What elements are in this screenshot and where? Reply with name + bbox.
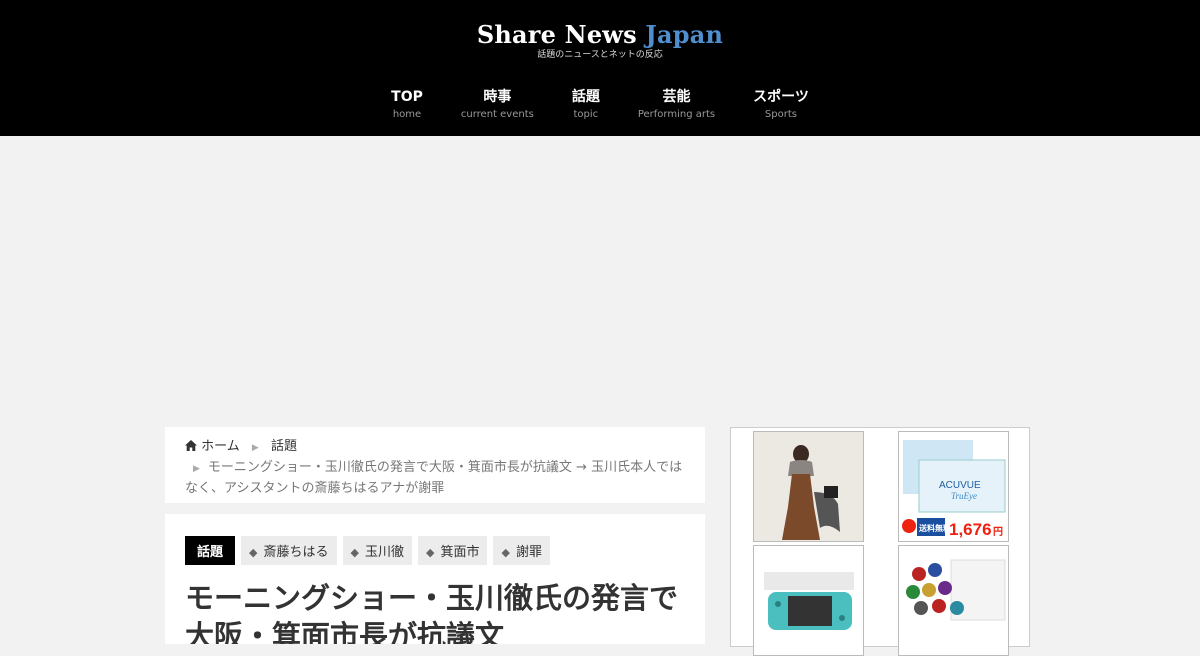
tag-list: 話題 ◆ 斎藤ちはる ◆ 玉川徹 ◆ 箕面市 ◆ 謝罪 [185,536,685,565]
breadcrumb-current: モーニングショー・玉川徹氏の発言で大阪・箕面市長が抗議文 → 玉川氏本人ではなく… [185,460,683,496]
logo-tagline: 話題のニュースとネットの反応 [537,50,663,60]
svg-text:ACUVUE: ACUVUE [939,480,981,491]
nav-item-sports[interactable]: スポーツ Sports [753,88,809,124]
nav-item-topic[interactable]: 話題 topic [572,88,600,124]
tag-item[interactable]: ◆ 箕面市 [417,536,488,565]
product-ad-game-console[interactable] [753,545,864,656]
product-ad-dress[interactable] [753,431,864,542]
chevron-right-icon: ▶ [251,443,259,453]
category-badge[interactable]: 話題 [185,536,236,565]
nav-item-top[interactable]: TOP home [391,88,423,124]
tag-icon: ◆ [425,546,435,559]
tag-icon: ◆ [249,546,258,559]
breadcrumb-category-link[interactable]: 話題 [271,439,297,454]
tag-item[interactable]: ◆ 謝罪 [493,536,550,565]
tag-icon: ◆ [350,546,359,559]
tag-item[interactable]: ◆ 斎藤ちはる [241,536,337,565]
article-card: 話題 ◆ 斎藤ちはる ◆ 玉川徹 ◆ 箕面市 ◆ 謝罪 モーニングショー・玉川徹氏の発言… [165,514,705,644]
product-ad-chocolates[interactable] [898,545,1009,656]
chevron-right-icon: ▶ [193,464,200,474]
svg-text:TruEye: TruEye [951,491,977,501]
tag-item[interactable]: ◆ 玉川徹 [342,536,412,565]
site-logo[interactable]: Share News Japan 話題のニュースとネットの反応 [0,20,1200,60]
home-icon [185,439,201,454]
site-header: Share News Japan 話題のニュースとネットの反応 TOP home … [0,0,1200,136]
main-nav: TOP home 時事 current events 話題 topic 芸能 Perfo… [0,88,1200,124]
breadcrumb-home-link[interactable]: ホーム [201,439,240,454]
logo-title: Share News Japan [476,20,724,49]
article-title: モーニングショー・玉川徹氏の発言で大阪・箕面市長が抗議文 [185,581,679,644]
svg-text:円: 円 [993,526,1003,538]
nav-item-performing-arts[interactable]: 芸能 Performing arts [638,88,715,124]
breadcrumb: ホーム ▶ 話題 ▶ モーニングショー・玉川徹氏の発言で大阪・箕面市長が抗議文 →… [165,427,705,503]
sidebar-ad-block: ACUVUE TruEye 送料無料 1,676 円 [730,427,1030,656]
tag-icon: ◆ [501,546,510,559]
svg-text:1,676: 1,676 [949,520,992,539]
product-ad-contact-lens[interactable]: ACUVUE TruEye 送料無料 1,676 円 [898,431,1009,542]
svg-text:送料無料: 送料無料 [918,523,951,533]
nav-item-current-events[interactable]: 時事 current events [461,88,534,124]
